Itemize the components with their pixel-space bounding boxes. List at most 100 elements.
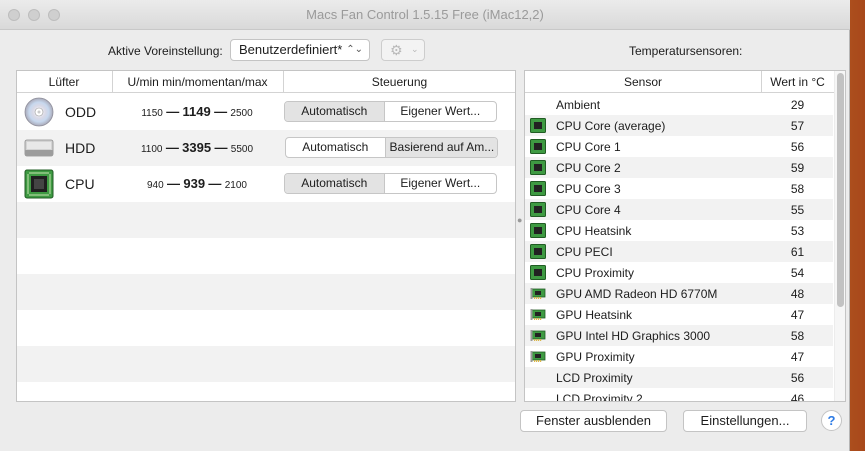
sensor-name: CPU Core 3 [556, 182, 621, 196]
sensor-name: CPU Core 1 [556, 140, 621, 154]
rpm-separator: — [214, 140, 228, 155]
rpm-separator: — [214, 104, 228, 119]
empty-row [17, 238, 515, 274]
sensor-value: 58 [790, 182, 805, 196]
fan-control-segmented: Automatisch Basierend auf Am... [285, 137, 498, 158]
column-header-sensor[interactable]: Sensor [525, 71, 761, 93]
auto-button[interactable]: Automatisch [285, 102, 385, 121]
chevron-down-icon: ⌄ [411, 44, 419, 54]
empty-row [17, 202, 515, 238]
sensor-name: CPU Proximity [556, 266, 635, 280]
hard-drive-icon [24, 139, 54, 157]
rpm-current: 1149 [182, 104, 211, 119]
fan-row-cpu[interactable]: CPU 940 — 939 — 2100 Automatisch Eigener… [17, 166, 515, 202]
custom-value-button[interactable]: Eigener Wert... [385, 102, 496, 121]
sensor-row[interactable]: GPU Proximity 47 [525, 346, 833, 367]
auto-button[interactable]: Automatisch [285, 174, 385, 193]
column-header-fan[interactable]: Lüfter [17, 75, 111, 89]
sensor-row[interactable]: GPU Heatsink 47 [525, 304, 833, 325]
preset-select[interactable]: Benutzerdefiniert* ⌃⌄ [230, 39, 370, 61]
cpu-chip-icon [530, 160, 546, 175]
sensor-row[interactable]: CPU Proximity 54 [525, 262, 833, 283]
window-title: Macs Fan Control 1.5.15 Free (iMac12,2) [306, 7, 544, 22]
fan-control-segmented: Automatisch Eigener Wert... [284, 101, 497, 122]
sensor-name: CPU Heatsink [556, 224, 632, 238]
sensor-based-button[interactable]: Basierend auf Am... [385, 138, 497, 157]
sensor-name: GPU Proximity [556, 350, 635, 364]
sensor-row[interactable]: CPU Core 1 56 [525, 136, 833, 157]
cpu-chip-icon [530, 139, 546, 154]
gpu-card-icon [530, 330, 546, 341]
sensor-value: 48 [790, 287, 805, 301]
empty-row [17, 346, 515, 382]
sensor-row[interactable]: LCD Proximity 2 46 [525, 388, 833, 402]
fan-table-header: Lüfter U/min min/momentan/max Steuerung [17, 71, 515, 93]
column-header-rpm[interactable]: U/min min/momentan/max [112, 71, 282, 93]
chevron-updown-icon: ⌃⌄ [346, 44, 363, 55]
cpu-chip-icon [530, 118, 546, 133]
sensor-name: CPU PECI [556, 245, 613, 259]
fan-name: CPU [65, 176, 95, 192]
fan-row-odd[interactable]: ODD 1150 — 1149 — 2500 Automatisch Eigen… [17, 94, 515, 130]
gpu-card-icon [530, 288, 546, 299]
sensors-title: Temperatursensoren: [629, 44, 743, 58]
preset-actions-menu[interactable]: ⚙ ⌄ [381, 39, 425, 61]
fan-control-segmented: Automatisch Eigener Wert... [284, 173, 497, 194]
sensor-name: GPU AMD Radeon HD 6770M [556, 287, 718, 301]
sensor-value: 56 [790, 140, 805, 154]
sensor-name: GPU Heatsink [556, 308, 633, 322]
scrollbar-thumb[interactable] [837, 73, 844, 307]
help-button[interactable]: ? [821, 410, 842, 431]
cpu-chip-icon [530, 223, 546, 238]
rpm-min: 940 [146, 180, 164, 191]
rpm-min: 1150 [141, 108, 163, 119]
auto-button[interactable]: Automatisch [286, 138, 386, 157]
sensor-scrollbar[interactable] [834, 71, 845, 401]
sensor-value: 46 [790, 392, 805, 402]
column-header-control[interactable]: Steuerung [283, 71, 515, 93]
rpm-separator: — [166, 104, 180, 119]
sensor-row[interactable]: LCD Proximity 56 [525, 367, 833, 388]
cpu-chip-icon [530, 202, 546, 217]
rpm-separator: — [165, 140, 179, 155]
cpu-chip-icon [24, 169, 54, 199]
gpu-card-icon [530, 351, 546, 362]
gpu-card-icon [530, 309, 546, 320]
fan-rpm: 1150 — 1149 — 2500 [113, 104, 281, 119]
sensor-table: Sensor Wert in °C Ambient 29 CPU Core (ave… [524, 70, 846, 402]
sensor-name: CPU Core 2 [556, 161, 621, 175]
sensor-name: Ambient [556, 98, 601, 112]
rpm-separator: — [167, 176, 181, 191]
sensor-row[interactable]: CPU Heatsink 53 [525, 220, 833, 241]
sensor-row[interactable]: CPU Core (average) 57 [525, 115, 833, 136]
disc-drive-icon [24, 97, 54, 127]
sensor-value: 53 [790, 224, 805, 238]
sensor-row[interactable]: CPU Core 2 59 [525, 157, 833, 178]
title-bar: Macs Fan Control 1.5.15 Free (iMac12,2) [0, 0, 850, 30]
empty-row [17, 310, 515, 346]
cpu-chip-icon [530, 265, 546, 280]
gear-icon: ⚙ [390, 42, 403, 58]
sensor-row[interactable]: CPU Core 4 55 [525, 199, 833, 220]
sensor-value: 58 [790, 329, 805, 343]
rpm-max: 2500 [230, 108, 253, 119]
cpu-chip-icon [530, 181, 546, 196]
sensor-table-header: Sensor Wert in °C [525, 71, 845, 93]
sensor-row[interactable]: GPU Intel HD Graphics 3000 58 [525, 325, 833, 346]
sensor-row[interactable]: CPU Core 3 58 [525, 178, 833, 199]
hide-window-button[interactable]: Fenster ausblenden [520, 410, 667, 432]
sensor-row[interactable]: CPU PECI 61 [525, 241, 833, 262]
sensor-row[interactable]: Ambient 29 [525, 94, 833, 115]
split-view-handle[interactable]: ● [517, 215, 522, 225]
fan-rpm: 1100 — 3395 — 5500 [113, 140, 281, 155]
sensor-name: LCD Proximity [556, 371, 633, 385]
custom-value-button[interactable]: Eigener Wert... [385, 174, 496, 193]
sensor-row[interactable]: GPU AMD Radeon HD 6770M 48 [525, 283, 833, 304]
fan-row-hdd[interactable]: HDD 1100 — 3395 — 5500 Automatisch Basie… [17, 130, 515, 166]
settings-button[interactable]: Einstellungen... [683, 410, 807, 432]
rpm-max: 5500 [230, 144, 254, 155]
column-header-value[interactable]: Wert in °C [761, 71, 833, 93]
cpu-chip-icon [530, 244, 546, 259]
sensor-value: 29 [790, 98, 805, 112]
sensor-name: LCD Proximity 2 [556, 392, 643, 402]
